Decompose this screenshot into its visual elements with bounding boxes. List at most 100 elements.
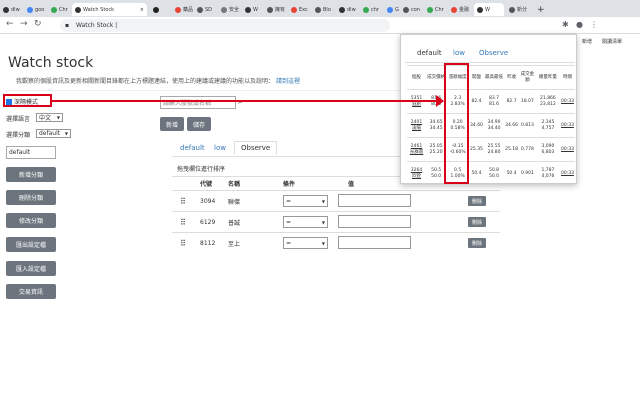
puzzle-icon[interactable]: ✱ [562,20,569,29]
close-icon[interactable]: × [140,7,144,13]
value-input[interactable] [338,193,411,207]
value-input[interactable] [338,235,411,249]
value-input[interactable] [338,214,411,228]
annotation-arrow-line [52,100,441,102]
browser-tab[interactable]: dlw [336,3,360,16]
bookmark-item[interactable]: 新增 [582,38,592,45]
tab-label: 安全 [229,7,240,13]
popup-tab-observe[interactable]: Observe [479,49,508,57]
popup-header: 最高最低 [483,65,505,90]
drag-handle-icon[interactable]: ⠿ [180,197,186,206]
stock-link[interactable]: 2461 光群雷 [410,144,424,155]
browser-tab[interactable]: 擁有 [264,3,288,16]
tab-low[interactable]: low [214,144,226,152]
bookmark-item[interactable]: 閱讀清單 [602,38,622,45]
condition-value: = [286,218,292,226]
delete-button[interactable]: 刪除 [468,217,486,227]
popup-header-row: 個股 成交價格 漲跌幅度 開盤 最高最低 昨收 成交金額 總量昨量 時間 [407,65,575,90]
lang-label: 選擇語言 [6,116,31,123]
stock-name: 普誠 [228,211,283,233]
lang-select[interactable]: 中文 ▼ [36,113,63,122]
tab-label: W [253,6,258,13]
drag-handle-icon[interactable]: ⠿ [180,239,186,248]
edit-category-button[interactable]: 修改分類 [6,213,56,228]
browser-tab[interactable]: W [242,3,266,16]
delete-button[interactable]: 刪除 [468,196,486,206]
tab-label: Watch Stock [83,6,114,13]
time-link[interactable]: 00:33 [561,99,574,104]
export-settings-button[interactable]: 匯出設定檔 [6,237,56,252]
browser-tab[interactable]: 安全 [218,3,242,16]
save-button[interactable]: 儲存 [187,117,211,131]
delete-button[interactable]: 刪除 [468,238,486,249]
annotation-box-change-column [444,63,469,184]
time-link[interactable]: 00:33 [561,171,574,176]
open-cell: 25.35 [469,137,484,162]
high-low-cell: 50.8 50.0 [483,161,505,186]
search-input[interactable]: 請輸入股號或名稱 [160,96,236,109]
condition-select[interactable]: = ▼ [283,237,328,250]
popup-tab-low[interactable]: low [453,49,465,57]
stock-name: 至上 [228,232,283,254]
popup-header: 個股 [407,65,427,90]
table-row: ⠿ 3094 聯傑 = ▼ 刪除 [172,190,500,212]
volume-cell: 1,787 4,076 [535,161,560,186]
browser-tab[interactable]: 新分 [506,3,530,16]
category-name-input[interactable]: default [6,146,56,159]
browser-tab[interactable]: chr [360,3,384,16]
header-drag [172,176,200,191]
reload-icon[interactable]: ↻ [34,19,42,29]
trade-info-button[interactable]: 交易資訊 [6,284,56,299]
category-select[interactable]: default ▼ [36,129,71,138]
search-icon[interactable]: ⌕ [238,97,242,107]
tab-observe[interactable]: Observe [234,141,278,155]
browser-tab[interactable]: 金融 [448,3,472,16]
profile-icon[interactable]: ● [576,20,583,29]
sort-hint: 拖曳欄位進行排序 [177,166,226,173]
add-category-button[interactable]: 新增分類 [6,167,56,182]
browser-tab[interactable]: SD [194,3,218,16]
condition-select[interactable]: = ▼ [283,216,328,228]
tab-label: 擁有 [275,7,286,13]
browser-tab[interactable]: Chr [48,3,72,16]
browser-tab[interactable]: W [474,3,504,16]
address-bar[interactable]: ▪ Watch Stock | [60,19,390,32]
tab-label: 新分 [517,7,528,13]
category-label: 選擇分類 [6,132,31,139]
delete-category-button[interactable]: 刪除分類 [6,190,56,205]
browser-toolbar: ← → ↻ ▪ Watch Stock | ✱ ● ⋮ [0,17,640,34]
browser-tab[interactable]: goo [24,3,48,16]
browser-tab[interactable]: dlw [0,3,24,16]
time-link[interactable]: 00:33 [561,123,574,128]
time-link[interactable]: 00:33 [561,147,574,152]
forward-icon[interactable]: → [20,19,28,29]
browser-tab[interactable]: Exc [288,3,312,16]
back-icon[interactable]: ← [6,19,14,29]
popup-quote-table: 個股 成交價格 漲跌幅度 開盤 最高最低 昨收 成交金額 總量昨量 時間 535… [407,65,575,186]
browser-tab[interactable]: Chr [424,3,448,16]
volume-cell: 3,090 6,803 [535,137,560,162]
popup-tab-default[interactable]: default [417,49,442,57]
stock-link[interactable]: 2401 凌陽 [411,120,422,131]
amount-cell: 0.778 [519,137,536,162]
import-settings-button[interactable]: 匯入設定檔 [6,261,56,276]
stock-code: 8112 [200,232,228,254]
popup-header: 成交金額 [519,65,536,90]
browser-tab[interactable]: Blo [312,3,336,16]
browser-tab[interactable]: con [400,3,424,16]
add-button[interactable]: 新增 [160,117,184,131]
browser-tab[interactable]: 藥品 [172,3,196,16]
description-link[interactable]: 請到這裡 [276,78,300,85]
tab-default[interactable]: default [180,144,205,152]
tab-label: con [411,6,420,13]
browser-tab-bar: dlw goo Chr Watch Stock × 藥品 SD 安全 W 擁有 E… [0,0,640,17]
description-text: 我觀察的個股資訊及更新相關新聞目錄都在上方標題連結，使用上的建議或建議的功能以及… [16,78,275,85]
amount-cell: 18.07 [519,89,536,114]
browser-tab[interactable] [150,3,174,16]
menu-icon[interactable]: ⋮ [590,20,598,29]
condition-select[interactable]: = ▼ [283,195,328,207]
drag-handle-icon[interactable]: ⠿ [180,218,186,227]
browser-tab-active[interactable]: Watch Stock × [72,3,147,16]
stock-link[interactable]: 3264 欣銓 [411,168,422,179]
new-tab-button[interactable]: + [534,3,546,16]
